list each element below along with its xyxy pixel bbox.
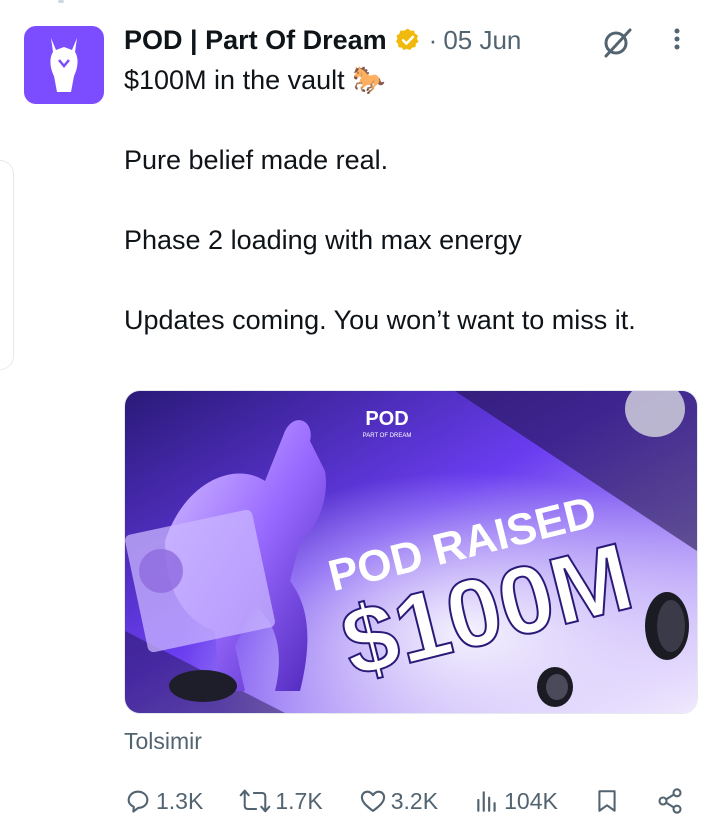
repost-button[interactable]: 1.7K [239,787,323,815]
like-button[interactable]: 3.2K [359,787,438,815]
tweet-date[interactable]: 05 Jun [443,25,521,56]
views-button[interactable]: 104K [474,787,558,815]
side-panel-edge [0,160,14,370]
grok-icon[interactable] [600,26,634,65]
tweet-header: POD | Part Of Dream · 05 Jun [124,22,700,58]
reply-icon [127,790,149,813]
horse-icon [50,38,78,92]
coin-icon [645,592,689,660]
top-divider-tick [58,0,64,3]
repost-count: 1.7K [275,787,323,814]
reply-count: 1.3K [156,787,204,814]
more-options-icon[interactable] [672,24,682,60]
like-icon [360,790,385,812]
share-icon [658,788,682,814]
share-button[interactable] [656,787,684,815]
media-logo-subtext: PART OF DREAM [363,433,412,439]
avatar[interactable] [24,26,104,104]
tweet-media-image[interactable]: POD PART OF DREAM POD RAISED $100M [124,390,698,714]
tweet-line: $100M in the vault 🐎 [124,65,386,95]
verified-badge-icon [395,27,421,53]
media-logo-text: POD [365,408,408,430]
media-source-label[interactable]: Tolsimir [124,728,202,755]
tweet-actions: 1.3K 1.7K 3.2K 104K [124,784,684,818]
header-separator: · [428,24,438,55]
views-icon [477,791,496,812]
tweet-text: $100M in the vault 🐎 Pure belief made re… [124,62,694,338]
repost-icon [240,789,271,813]
bookmark-icon [598,790,616,812]
reply-button[interactable]: 1.3K [124,787,203,815]
author-name[interactable]: POD | Part Of Dream [124,25,387,56]
views-count: 104K [504,787,558,814]
coin-icon [537,667,573,707]
tweet-line: Updates coming. You won’t want to miss i… [124,305,636,335]
bookmark-button[interactable] [594,787,620,815]
tweet-line: Phase 2 loading with max energy [124,225,522,255]
tweet-line: Pure belief made real. [124,145,389,175]
like-count: 3.2K [390,787,439,814]
coin-icon [169,670,237,702]
